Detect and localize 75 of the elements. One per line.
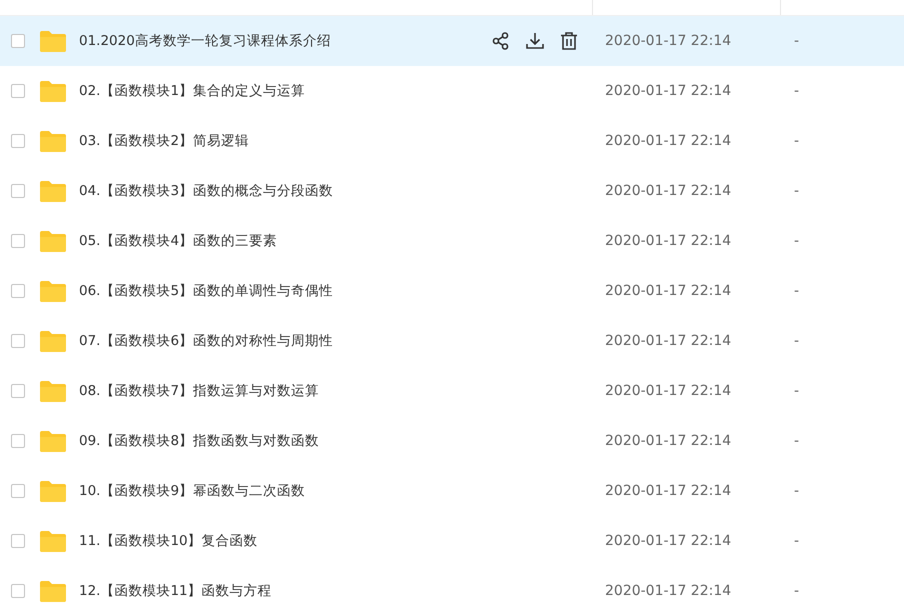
file-size: - [793,233,800,249]
checkbox[interactable] [11,434,25,448]
file-name[interactable]: 06.【函数模块5】函数的单调性与奇偶性 [79,282,593,300]
file-row[interactable]: 07.【函数模块6】函数的对称性与周期性 2020-01-17 22:14 - [0,316,904,366]
folder-icon [40,430,66,452]
modified-time: 2020-01-17 22:14 [604,83,732,99]
modified-time: 2020-01-17 22:14 [604,383,732,399]
file-name[interactable]: 03.【函数模块2】简易逻辑 [79,132,593,150]
file-name[interactable]: 01.2020高考数学一轮复习课程体系介绍 [79,32,491,50]
modified-time: 2020-01-17 22:14 [604,433,732,449]
checkbox[interactable] [11,484,25,498]
folder-icon [40,80,66,102]
checkbox[interactable] [11,284,25,298]
file-size: - [793,183,800,199]
file-row[interactable]: 06.【函数模块5】函数的单调性与奇偶性 2020-01-17 22:14 - [0,266,904,316]
folder-icon [40,530,66,552]
file-size: - [793,133,800,149]
folder-icon [40,480,66,502]
file-name[interactable]: 12.【函数模块11】函数与方程 [79,582,593,600]
file-size: - [793,583,800,599]
file-size: - [793,433,800,449]
checkbox[interactable] [11,34,25,48]
download-icon[interactable] [525,31,545,51]
file-row[interactable]: 03.【函数模块2】简易逻辑 2020-01-17 22:14 - [0,116,904,166]
checkbox[interactable] [11,134,25,148]
file-name[interactable]: 05.【函数模块4】函数的三要素 [79,232,593,250]
folder-icon [40,280,66,302]
folder-icon [40,230,66,252]
file-name[interactable]: 08.【函数模块7】指数运算与对数运算 [79,382,593,400]
checkbox[interactable] [11,534,25,548]
modified-time: 2020-01-17 22:14 [604,583,732,599]
modified-time: 2020-01-17 22:14 [604,133,732,149]
checkbox[interactable] [11,84,25,98]
folder-icon [40,380,66,402]
folder-icon [40,180,66,202]
file-size: - [793,333,800,349]
file-size: - [793,383,800,399]
checkbox[interactable] [11,234,25,248]
file-row[interactable]: 04.【函数模块3】函数的概念与分段函数 2020-01-17 22:14 - [0,166,904,216]
file-row[interactable]: 12.【函数模块11】函数与方程 2020-01-17 22:14 - [0,566,904,603]
modified-time: 2020-01-17 22:14 [604,483,732,499]
folder-icon [40,580,66,602]
file-size: - [793,483,800,499]
checkbox[interactable] [11,334,25,348]
file-row[interactable]: 09.【函数模块8】指数函数与对数函数 2020-01-17 22:14 - [0,416,904,466]
folder-icon [40,30,66,52]
file-size: - [793,283,800,299]
modified-time: 2020-01-17 22:14 [604,533,732,549]
file-row[interactable]: 11.【函数模块10】复合函数 2020-01-17 22:14 - [0,516,904,566]
file-name[interactable]: 10.【函数模块9】幂函数与二次函数 [79,482,593,500]
file-row[interactable]: 10.【函数模块9】幂函数与二次函数 2020-01-17 22:14 - [0,466,904,516]
file-name[interactable]: 02.【函数模块1】集合的定义与运算 [79,82,593,100]
checkbox[interactable] [11,184,25,198]
checkbox[interactable] [11,384,25,398]
file-size: - [793,33,800,49]
modified-time: 2020-01-17 22:14 [604,333,732,349]
file-row[interactable]: 05.【函数模块4】函数的三要素 2020-01-17 22:14 - [0,216,904,266]
modified-time: 2020-01-17 22:14 [604,233,732,249]
file-size: - [793,83,800,99]
checkbox[interactable] [11,584,25,598]
file-size: - [793,533,800,549]
file-name[interactable]: 09.【函数模块8】指数函数与对数函数 [79,432,593,450]
modified-time: 2020-01-17 22:14 [604,183,732,199]
file-name[interactable]: 11.【函数模块10】复合函数 [79,532,593,550]
file-name[interactable]: 07.【函数模块6】函数的对称性与周期性 [79,332,593,350]
share-icon[interactable] [491,31,511,51]
file-row[interactable]: 02.【函数模块1】集合的定义与运算 2020-01-17 22:14 - [0,66,904,116]
folder-icon [40,130,66,152]
modified-time: 2020-01-17 22:14 [604,283,732,299]
file-row[interactable]: 01.2020高考数学一轮复习课程体系介绍 2020-01-17 22:14 - [0,16,904,66]
file-name[interactable]: 04.【函数模块3】函数的概念与分段函数 [79,182,593,200]
file-row[interactable]: 08.【函数模块7】指数运算与对数运算 2020-01-17 22:14 - [0,366,904,416]
delete-icon[interactable] [559,31,579,51]
folder-icon [40,330,66,352]
modified-time: 2020-01-17 22:14 [604,33,732,49]
